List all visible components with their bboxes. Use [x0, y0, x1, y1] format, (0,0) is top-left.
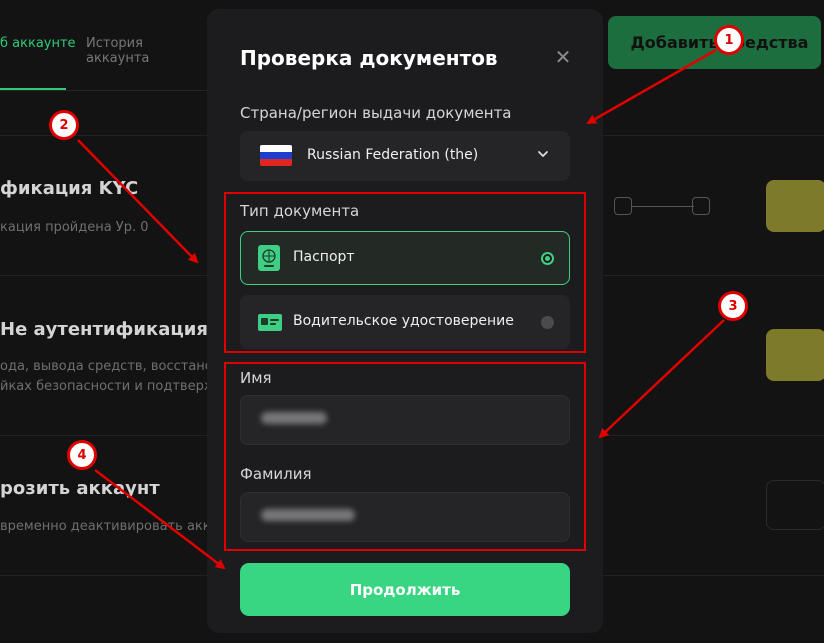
annotation-badge: 1: [714, 25, 744, 55]
chevron-down-icon: [538, 151, 548, 157]
annotation-badge: 3: [718, 291, 748, 321]
auth-action-button[interactable]: [766, 329, 824, 381]
tab-about-account[interactable]: б аккаунте: [0, 36, 76, 51]
active-tab-indicator: [0, 88, 66, 90]
auth-section-line2: йках безопасности и подтвержд: [0, 379, 225, 394]
freeze-section-title: розить аккаунт: [0, 478, 160, 499]
kyc-action-button[interactable]: [766, 180, 824, 232]
country-select[interactable]: Russian Federation (the): [240, 131, 570, 181]
freeze-section-subtitle: временно деактивировать акка: [0, 519, 219, 534]
freeze-action-button[interactable]: [766, 480, 824, 530]
annotation-box-name-fields: [224, 362, 586, 551]
account-tabs: б аккаунте История аккаунта: [0, 0, 210, 91]
tab-account-history[interactable]: История аккаунта: [86, 36, 210, 66]
kyc-section-title: фикация KYC: [0, 178, 139, 199]
country-select-value: Russian Federation (the): [307, 147, 479, 163]
arrow-2: [77, 139, 199, 264]
kyc-step-marker: [614, 197, 632, 215]
country-label: Страна/регион выдачи документа: [240, 104, 512, 122]
annotation-badge: 4: [67, 440, 97, 470]
kyc-step-line: [632, 206, 694, 207]
russia-flag-icon: [260, 145, 292, 166]
modal-title: Проверка документов: [240, 46, 498, 70]
kyc-step-marker: [692, 197, 710, 215]
continue-button[interactable]: Продолжить: [240, 563, 570, 616]
arrow-3: [598, 319, 725, 439]
annotation-badge: 2: [49, 110, 79, 140]
annotation-box-doc-type: [224, 192, 586, 353]
close-icon[interactable]: ✕: [553, 47, 573, 67]
auth-section-title: Не аутентификация: [0, 319, 208, 340]
kyc-section-subtitle: кация пройдена Ур. 0: [0, 220, 149, 235]
auth-section-line1: ода, вывода средств, восстанов: [0, 359, 221, 374]
